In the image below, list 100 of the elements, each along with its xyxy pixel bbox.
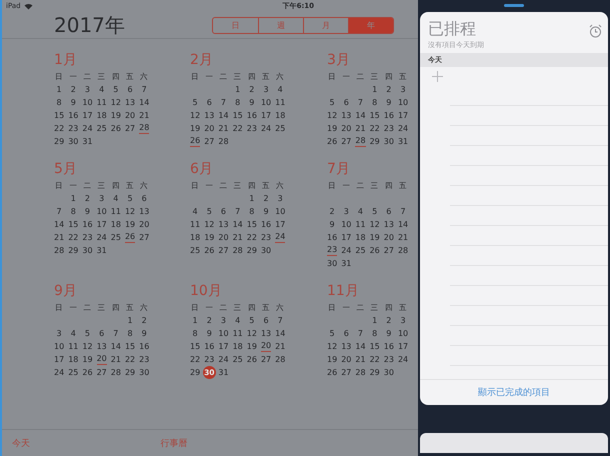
day-number[interactable]: 21 (218, 124, 229, 134)
day-number[interactable]: 27 (139, 232, 150, 242)
day-number[interactable]: 3 (278, 194, 283, 204)
day-number[interactable]: 9 (386, 98, 392, 108)
day-number[interactable]: 19 (190, 124, 200, 134)
day-number[interactable]: 1 (70, 194, 76, 204)
day-number[interactable]: 12 (190, 110, 200, 120)
day-number[interactable]: 28 (139, 123, 150, 134)
day-number[interactable]: 11 (355, 220, 366, 230)
day-number[interactable]: 13 (124, 98, 136, 108)
day-number[interactable]: 28 (54, 246, 64, 256)
day-number[interactable]: 27 (204, 136, 214, 146)
day-number[interactable]: 25 (275, 124, 286, 134)
day-number[interactable]: 23 (384, 124, 394, 134)
day-number[interactable]: 22 (190, 354, 200, 364)
day-number[interactable]: 12 (124, 206, 136, 216)
day-number[interactable]: 29 (54, 136, 64, 146)
day-number[interactable]: 4 (192, 206, 198, 216)
day-number[interactable]: 8 (56, 98, 62, 108)
day-number[interactable]: 20 (204, 124, 214, 134)
day-number[interactable]: 28 (232, 246, 243, 256)
day-number[interactable]: 21 (398, 232, 408, 242)
day-number[interactable]: 24 (275, 232, 286, 243)
day-number[interactable]: 29 (246, 246, 257, 256)
day-number[interactable]: 7 (278, 316, 283, 326)
day-number[interactable]: 17 (275, 220, 286, 230)
day-number[interactable]: 12 (82, 342, 93, 352)
day-number[interactable]: 2 (206, 316, 212, 326)
day-number[interactable]: 16 (384, 110, 394, 120)
day-number[interactable]: 2 (142, 316, 147, 326)
day-number[interactable]: 30 (139, 368, 150, 378)
day-number[interactable]: 5 (372, 206, 378, 216)
day-number[interactable]: 18 (232, 342, 243, 352)
day-number[interactable]: 27 (260, 354, 272, 364)
day-number[interactable]: 11 (96, 98, 107, 108)
day-number[interactable]: 13 (96, 342, 107, 352)
day-number[interactable]: 10 (341, 220, 352, 230)
day-number[interactable]: 16 (260, 220, 272, 230)
day-number[interactable]: 8 (70, 206, 76, 216)
day-number[interactable]: 1 (372, 84, 378, 94)
day-number[interactable]: 1 (235, 84, 240, 94)
day-number[interactable]: 6 (220, 206, 226, 216)
day-number[interactable]: 14 (139, 98, 150, 108)
day-number[interactable]: 6 (206, 98, 212, 108)
day-number[interactable]: 4 (113, 194, 118, 204)
day-number[interactable]: 14 (232, 220, 243, 230)
day-number[interactable]: 7 (220, 98, 226, 108)
day-number[interactable]: 13 (218, 220, 229, 230)
day-number[interactable]: 1 (249, 194, 254, 204)
day-number[interactable]: 9 (70, 98, 76, 108)
day-number[interactable]: 25 (96, 124, 107, 134)
day-number[interactable]: 8 (192, 328, 198, 338)
day-number[interactable]: 21 (139, 110, 150, 120)
day-number[interactable]: 26 (204, 246, 214, 256)
day-number[interactable]: 19 (327, 354, 338, 364)
day-number[interactable]: 24 (398, 124, 408, 134)
day-number[interactable]: 2 (386, 316, 392, 326)
day-number[interactable]: 13 (341, 110, 352, 120)
day-number[interactable]: 2 (70, 84, 76, 94)
day-number[interactable]: 3 (344, 206, 349, 216)
day-number[interactable]: 22 (232, 124, 243, 134)
drag-handle[interactable] (504, 4, 524, 7)
day-number[interactable]: 28 (355, 136, 366, 147)
day-number[interactable]: 21 (110, 354, 121, 364)
day-number[interactable]: 31 (96, 246, 107, 256)
day-number[interactable]: 8 (372, 328, 378, 338)
day-number[interactable]: 10 (82, 98, 93, 108)
day-number[interactable]: 11 (110, 206, 121, 216)
day-number[interactable]: 13 (384, 220, 394, 230)
day-number[interactable]: 2 (330, 206, 335, 216)
day-number[interactable]: 13 (204, 110, 214, 120)
day-number[interactable]: 30 (68, 136, 78, 146)
day-number[interactable]: 25 (232, 354, 243, 364)
day-number[interactable]: 13 (341, 342, 352, 352)
day-number[interactable]: 20 (260, 341, 272, 352)
day-number[interactable]: 9 (330, 220, 335, 230)
day-number[interactable]: 7 (400, 206, 406, 216)
day-number[interactable]: 10 (275, 206, 286, 216)
day-number[interactable]: 10 (260, 98, 272, 108)
day-number[interactable]: 2 (386, 84, 392, 94)
day-number[interactable]: 4 (358, 206, 364, 216)
day-number[interactable]: 27 (384, 246, 394, 256)
day-number[interactable]: 6 (263, 316, 269, 326)
day-number[interactable]: 7 (358, 328, 364, 338)
day-number[interactable]: 20 (218, 232, 229, 242)
day-number[interactable]: 6 (99, 328, 104, 338)
day-number[interactable]: 23 (384, 354, 394, 364)
day-number[interactable]: 4 (70, 328, 76, 338)
day-number[interactable]: 25 (190, 246, 200, 256)
day-number[interactable]: 12 (327, 342, 338, 352)
day-number[interactable]: 31 (218, 368, 229, 378)
day-number[interactable]: 12 (110, 98, 121, 108)
day-number[interactable]: 3 (400, 84, 406, 94)
day-number[interactable]: 13 (139, 206, 150, 216)
day-number[interactable]: 14 (355, 342, 366, 352)
day-number[interactable]: 22 (68, 232, 78, 242)
day-number[interactable]: 8 (235, 98, 240, 108)
day-number[interactable]: 17 (96, 220, 107, 230)
day-number[interactable]: 24 (96, 232, 107, 242)
day-number[interactable]: 18 (110, 220, 121, 230)
